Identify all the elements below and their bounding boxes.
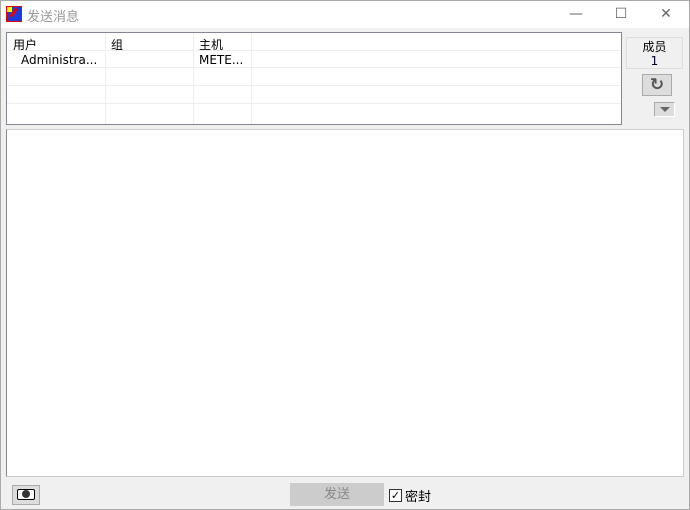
close-button[interactable]: ✕ — [643, 1, 689, 28]
minimize-button[interactable]: — — [553, 1, 599, 28]
view-button[interactable] — [12, 485, 40, 505]
maximize-button[interactable]: ☐ — [598, 1, 644, 28]
eye-icon — [17, 489, 35, 500]
checkbox-icon[interactable]: ✓ — [389, 489, 402, 502]
refresh-icon: ↻ — [649, 75, 665, 95]
row-user[interactable]: Administra... — [21, 53, 97, 67]
row-host[interactable]: METE... — [199, 53, 243, 67]
header-user[interactable]: 用户 — [13, 36, 37, 53]
members-number: 1 — [650, 54, 659, 68]
seal-label: 密封 — [405, 490, 432, 505]
members-count: 成员 1 — [626, 37, 683, 69]
dropdown-button[interactable] — [654, 102, 675, 117]
members-label: 成员 — [642, 40, 667, 54]
seal-checkbox[interactable]: ✓ 密封 — [389, 486, 431, 505]
window-title: 发送消息 — [27, 10, 80, 25]
app-icon — [6, 6, 22, 22]
refresh-button[interactable]: ↻ — [642, 74, 672, 96]
title-bar: 发送消息 — ☐ ✕ — [1, 1, 689, 28]
send-button[interactable]: 发送 — [290, 483, 384, 506]
message-input[interactable] — [6, 129, 684, 477]
header-group[interactable]: 组 — [111, 36, 123, 53]
header-host[interactable]: 主机 — [199, 36, 223, 53]
user-list[interactable]: 用户 组 主机 Administra... METE... — [6, 32, 622, 125]
